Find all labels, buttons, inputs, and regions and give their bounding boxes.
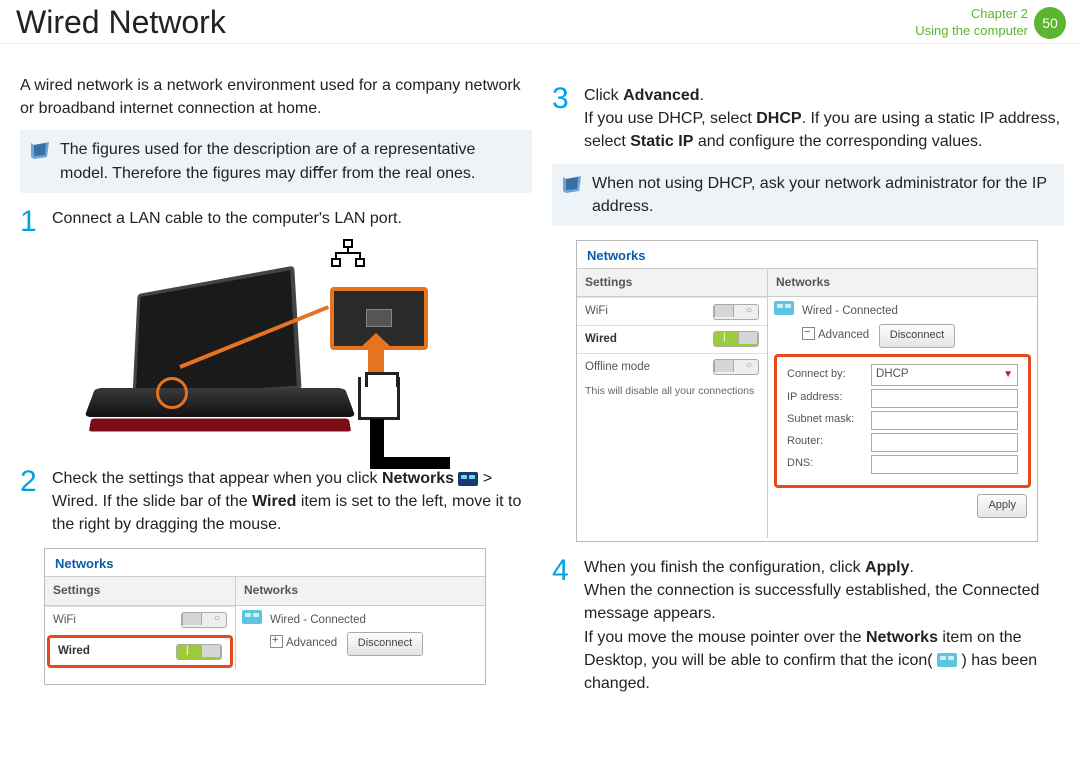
port-highlight-circle xyxy=(156,377,188,409)
advanced-label[interactable]: Advanced xyxy=(818,329,869,341)
disconnect-button[interactable]: Disconnect xyxy=(347,632,423,656)
connect-by-select[interactable]: DHCP▼ xyxy=(871,364,1018,386)
router-input[interactable] xyxy=(871,433,1018,452)
wifi-row[interactable]: WiFi xyxy=(45,606,235,634)
collapse-icon[interactable] xyxy=(802,327,815,340)
page-header: Wired Network Chapter 2 Using the comput… xyxy=(0,0,1080,44)
ip-settings-panel: Connect by: DHCP▼ IP address: Subnet mas… xyxy=(777,357,1028,485)
step-3: 3 Click Advanced. If you use DHCP, selec… xyxy=(552,84,1064,154)
step-1-text: Connect a LAN cable to the computer's LA… xyxy=(52,207,532,237)
dropdown-icon: ▼ xyxy=(1003,368,1013,383)
subnet-mask-input[interactable] xyxy=(871,411,1018,430)
page-title: Wired Network xyxy=(16,4,226,41)
networks-screenshot-basic: Networks Settings WiFi Wired Networks xyxy=(44,548,486,685)
wired-status: Wired - Connected Advanced Disconnect xyxy=(768,297,1037,352)
offline-note: This will disable all your connections xyxy=(577,380,767,407)
chapter-block: Chapter 2 Using the computer 50 xyxy=(915,6,1066,39)
left-column: A wired network is a network environment… xyxy=(20,74,532,695)
chapter-label: Chapter 2 xyxy=(915,6,1028,22)
laptop-body xyxy=(100,277,330,447)
wifi-row[interactable]: WiFi xyxy=(577,297,767,325)
insert-arrow-icon xyxy=(368,345,384,375)
networks-inline-icon xyxy=(937,653,957,667)
note-text-right: When not using DHCP, ask your network ad… xyxy=(592,175,1047,215)
connect-by-row: Connect by: DHCP▼ xyxy=(787,364,1018,386)
right-column: 3 Click Advanced. If you use DHCP, selec… xyxy=(552,74,1064,695)
wired-row-highlighted[interactable]: Wired xyxy=(47,635,233,668)
note-icon xyxy=(28,138,52,162)
offline-toggle[interactable] xyxy=(713,359,759,375)
expand-icon[interactable] xyxy=(270,635,283,648)
ip-address-input[interactable] xyxy=(871,389,1018,408)
intro-text: A wired network is a network environment… xyxy=(20,74,532,120)
connected-icon xyxy=(242,610,262,624)
note-box-right: When not using DHCP, ask your network ad… xyxy=(552,164,1064,226)
connected-icon xyxy=(774,301,794,315)
settings-header: Settings xyxy=(45,576,235,605)
note-box-left: The ﬁgures used for the description are … xyxy=(20,130,532,192)
wired-status: Wired - Connected Advanced Disconnect xyxy=(236,606,485,661)
window-title: Networks xyxy=(577,241,1037,268)
step-3-text: Click Advanced. If you use DHCP, select … xyxy=(584,84,1064,154)
laptop-illustration xyxy=(100,247,532,457)
wired-connected-label: Wired - Connected xyxy=(270,612,475,629)
networks-inline-icon xyxy=(458,472,478,486)
dns-input[interactable] xyxy=(871,455,1018,474)
wired-toggle[interactable] xyxy=(713,331,759,347)
networks-header: Networks xyxy=(236,576,485,605)
wired-row[interactable]: Wired xyxy=(577,325,767,353)
step-2-text: Check the settings that appear when you … xyxy=(52,467,532,537)
wifi-toggle[interactable] xyxy=(181,612,227,628)
step-2-number: 2 xyxy=(20,467,42,537)
lan-tree-icon xyxy=(330,239,366,269)
chapter-subtitle: Using the computer xyxy=(915,23,1028,39)
window-title: Networks xyxy=(45,549,485,576)
note-icon xyxy=(560,172,584,196)
step-1-number: 1 xyxy=(20,207,42,237)
step-2: 2 Check the settings that appear when yo… xyxy=(20,467,532,537)
cable-wire xyxy=(370,419,384,459)
networks-header: Networks xyxy=(768,268,1037,297)
wifi-toggle[interactable] xyxy=(713,304,759,320)
settings-header: Settings xyxy=(577,268,767,297)
advanced-label[interactable]: Advanced xyxy=(286,637,337,649)
networks-screenshot-advanced: Networks Settings WiFi Wired Offline mod… xyxy=(576,240,1038,542)
step-4-number: 4 xyxy=(552,556,574,695)
disconnect-button[interactable]: Disconnect xyxy=(879,324,955,348)
wired-connected-label: Wired - Connected xyxy=(802,303,1027,320)
step-4: 4 When you ﬁnish the conﬁguration, click… xyxy=(552,556,1064,695)
page-number-badge: 50 xyxy=(1034,7,1066,39)
wired-toggle[interactable] xyxy=(176,644,222,660)
rj45-plug-icon xyxy=(358,377,400,420)
offline-row[interactable]: Offline mode xyxy=(577,353,767,381)
step-1: 1 Connect a LAN cable to the computer's … xyxy=(20,207,532,237)
apply-button[interactable]: Apply xyxy=(977,494,1027,518)
note-text-left: The ﬁgures used for the description are … xyxy=(60,141,475,181)
step-3-number: 3 xyxy=(552,84,574,154)
step-4-text: When you ﬁnish the conﬁguration, click A… xyxy=(584,556,1064,695)
